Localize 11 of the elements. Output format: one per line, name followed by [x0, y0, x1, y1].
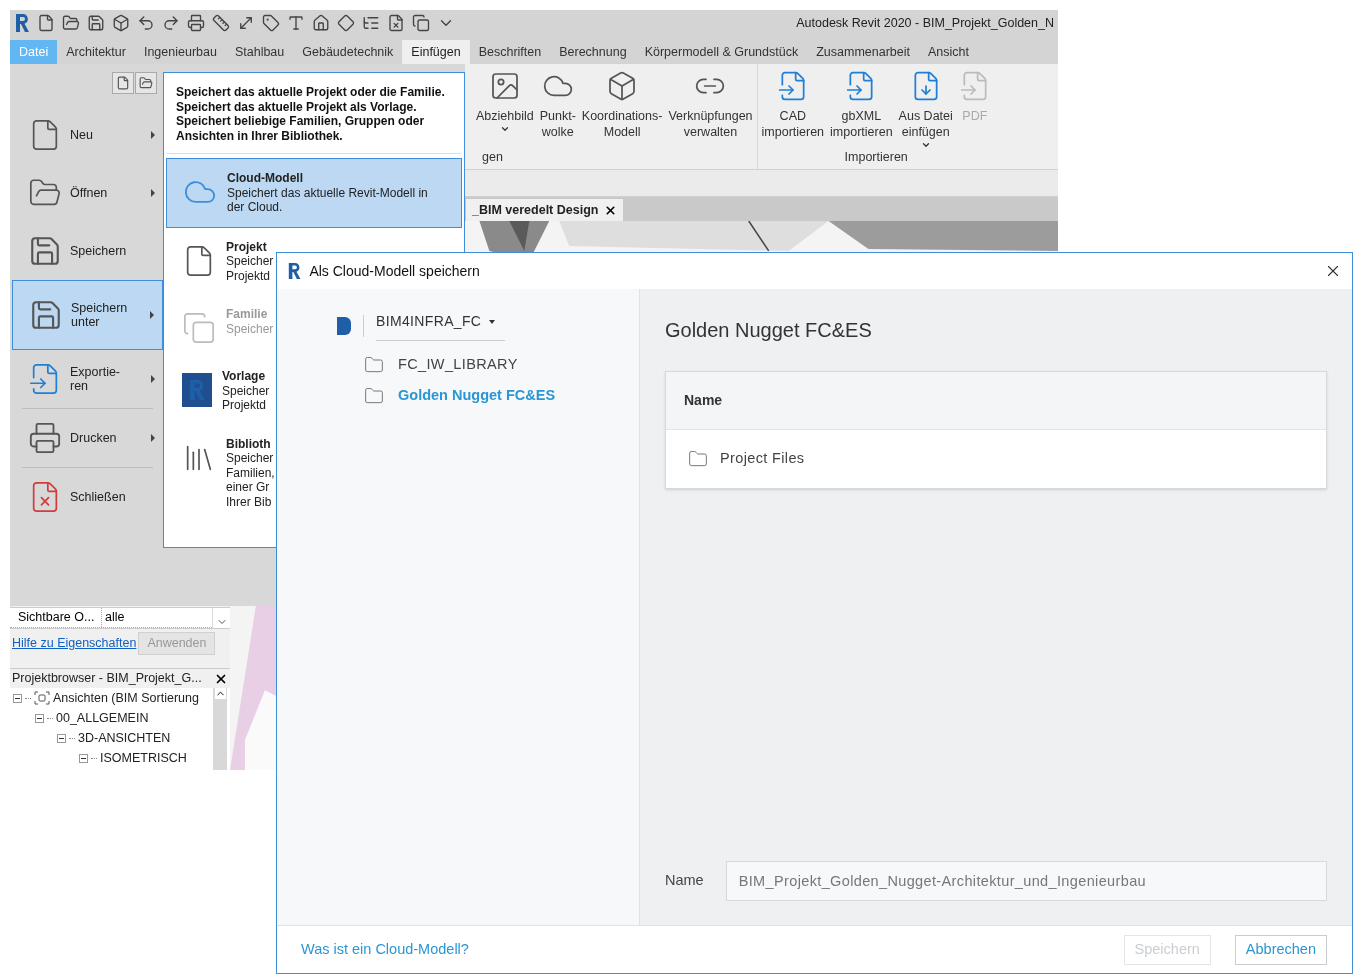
table-cell-text: Project Files: [720, 449, 805, 469]
menu-description: Speichert das aktuelle Projekt oder die Familie. Speichert das aktuelle Projekt als Vorlage. Speichert beliebige Familien, Gruppen oder Ansichten in Ihrer Bibliothek.: [167, 85, 461, 154]
property-value: alle: [104, 609, 125, 627]
field-label: Name: [665, 871, 704, 891]
panel-title: Projektbrowser - BIM_Projekt_G...: [12, 670, 202, 688]
property-label: Sichtbare O...: [10, 608, 102, 628]
folder-heading: Golden Nugget FC&ES: [665, 318, 873, 343]
dialog-title: Als Cloud-Modell speichern: [309, 261, 480, 281]
window-title: Autodesk Revit 2020 - BIM_Projekt_Golden_N: [796, 14, 1054, 32]
panel-label: gen: [481, 149, 504, 166]
panel-label: Importieren: [844, 149, 908, 166]
